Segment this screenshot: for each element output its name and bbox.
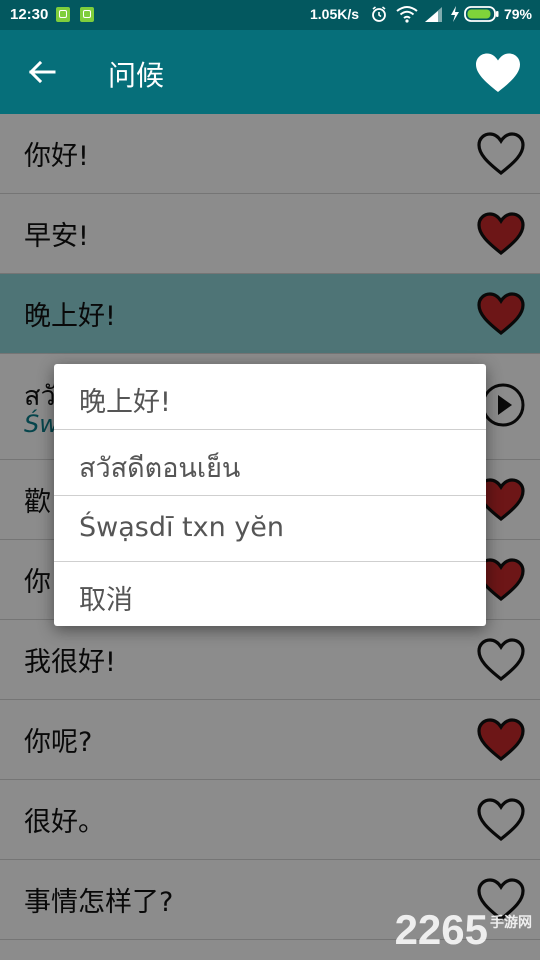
menu-item-cancel[interactable]: 取消	[54, 562, 486, 627]
heart-icon[interactable]	[474, 52, 522, 94]
menu-item-label: Śwạsdī txn yĕn	[79, 512, 285, 543]
watermark-suffix: 手游网	[490, 914, 532, 930]
notification-icon	[80, 7, 94, 22]
notification-icon	[56, 7, 70, 22]
app-bar: 问候	[0, 30, 540, 114]
status-time: 12:30	[10, 6, 49, 23]
page-title: 问候	[108, 59, 165, 92]
status-bar: 12:30 1.05K/s 79%	[0, 0, 540, 30]
battery-percent: 79%	[503, 6, 532, 22]
context-menu-dialog: 晚上好! สวัสดีตอนเย็น Śwạsdī txn yĕn 取消	[54, 364, 486, 626]
menu-item-label: สวัสดีตอนเย็น	[79, 453, 241, 484]
charging-icon	[451, 6, 459, 22]
menu-item-label: 晚上好!	[79, 387, 171, 418]
watermark-number: 2265	[394, 906, 488, 953]
watermark-logo: 2265 手游网	[395, 906, 532, 954]
alarm-icon	[372, 6, 386, 22]
menu-item-label: 取消	[79, 585, 133, 616]
wifi-icon	[396, 6, 418, 23]
arrow-back-icon[interactable]	[26, 56, 58, 88]
battery-icon	[464, 6, 499, 22]
menu-item-copy-thai[interactable]: สวัสดีตอนเย็น	[54, 430, 486, 496]
signal-icon	[425, 7, 442, 22]
network-speed: 1.05K/s	[310, 6, 360, 22]
menu-item-copy-romanization[interactable]: Śwạsdī txn yĕn	[54, 496, 486, 562]
menu-item-copy-chinese[interactable]: 晚上好!	[54, 364, 486, 430]
